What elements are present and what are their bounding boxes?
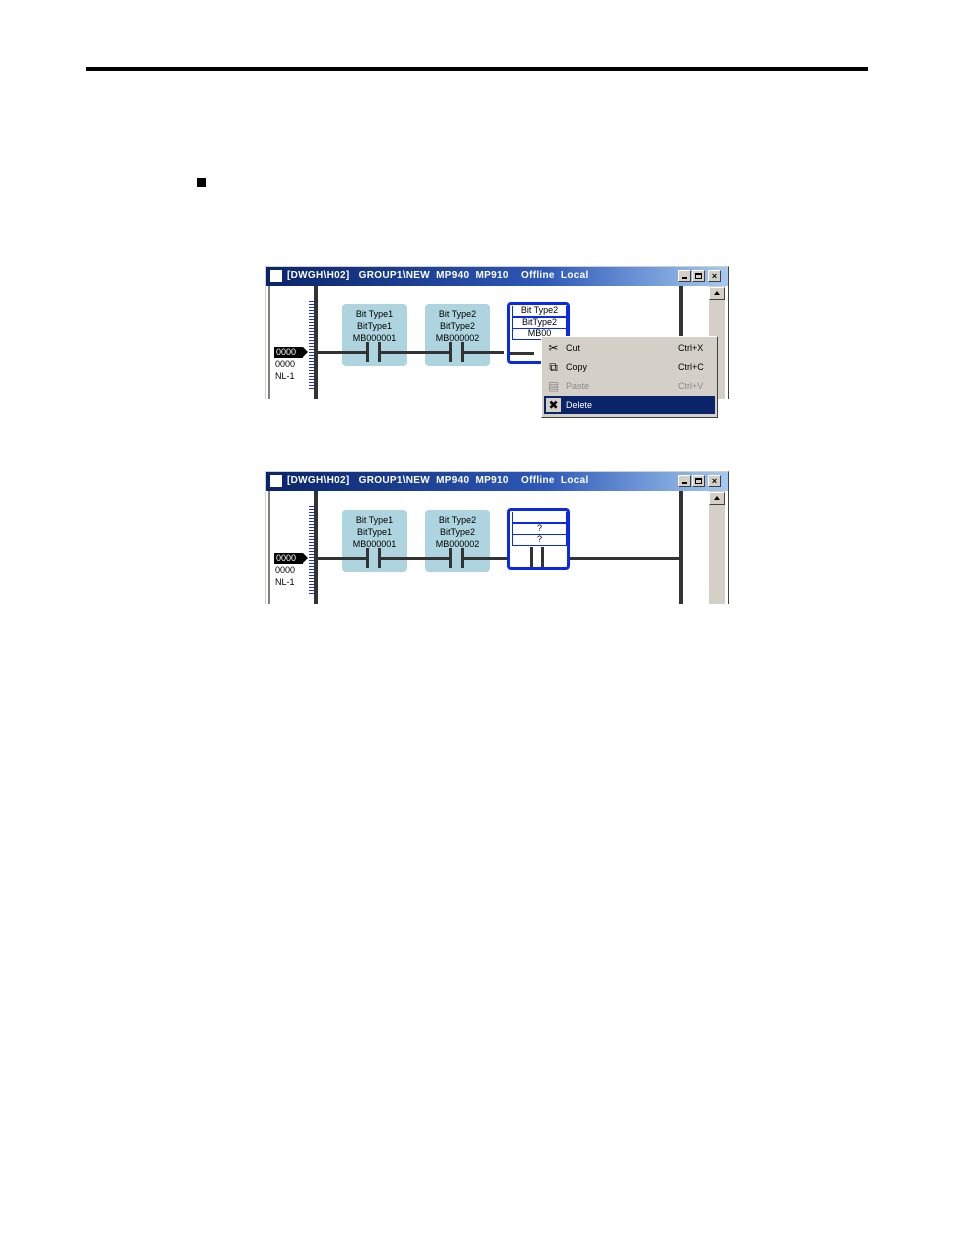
close-button[interactable]: ×: [708, 475, 721, 487]
menu-item-paste[interactable]: ▤ Paste Ctrl+V: [544, 377, 715, 395]
menu-item-shortcut: Ctrl+X: [678, 343, 704, 353]
cell-label-3: MB000002: [435, 539, 480, 549]
maximize-button[interactable]: [692, 475, 705, 487]
cell-label-2: BitType2: [439, 527, 476, 537]
maximize-button[interactable]: [692, 270, 705, 282]
contact-bar-right: [541, 547, 544, 567]
contact-bar-left: [530, 547, 533, 567]
contact-cell-1[interactable]: Bit Type1 BitType1 MB000001: [342, 304, 407, 366]
page-top-rule: [86, 67, 868, 71]
contact-wire-right: [464, 557, 490, 560]
contact-bar-left: [366, 342, 369, 362]
window-left-border: [268, 286, 270, 399]
contact-wire-left: [342, 557, 366, 560]
contact-wire-left: [425, 351, 449, 354]
contact-cell-2[interactable]: Bit Type2 BitType2 MB000002: [425, 304, 490, 366]
window-title: [DWGH\H02] GROUP1\NEW MP940 MP910 Offlin…: [287, 475, 589, 486]
cell-label-3: MB000001: [352, 333, 397, 343]
minimize-icon: [682, 277, 687, 279]
minimize-icon: [682, 482, 687, 484]
cell-label-3: MB000001: [352, 539, 397, 549]
close-icon: ×: [711, 271, 718, 281]
maximize-icon: [695, 478, 702, 484]
cell-label-3: MB000002: [435, 333, 480, 343]
ladder-canvas[interactable]: 0000 0000 NL-1 Bit Type1 BitType1 MB0000…: [266, 491, 728, 604]
maximize-icon: [695, 273, 702, 279]
scissors-icon: ✂: [548, 341, 559, 355]
network-label: NL-1: [275, 371, 295, 381]
left-power-rail: [314, 286, 318, 399]
network-step: 0000: [275, 565, 296, 575]
context-menu: ✂ Cut Ctrl+X ⧉ Copy Ctrl+C ▤ Paste Ctrl+…: [541, 336, 718, 418]
contact-bar-left: [449, 342, 452, 362]
contact-bar-left: [449, 548, 452, 568]
contact-cell-1[interactable]: Bit Type1 BitType1 MB000001: [342, 510, 407, 572]
menu-item-label: Cut: [566, 343, 581, 353]
cell-label-2: BitType1: [356, 321, 393, 331]
window-left-border: [268, 491, 270, 604]
network-step: 0000: [275, 359, 296, 369]
selected-empty-contact-cell[interactable]: ? ?: [507, 508, 570, 570]
close-button[interactable]: ×: [708, 270, 721, 282]
menu-item-copy[interactable]: ⧉ Copy Ctrl+C: [544, 358, 715, 376]
vertical-scrollbar[interactable]: [709, 491, 725, 604]
network-number-tag[interactable]: 0000: [274, 553, 308, 564]
right-power-rail: [679, 491, 683, 604]
section-bullet: [197, 178, 206, 187]
title-bar[interactable]: [DWGH\H02] GROUP1\NEW MP940 MP910 Offlin…: [266, 267, 728, 286]
left-power-rail: [314, 491, 318, 604]
contact-wire-right: [464, 351, 490, 354]
scroll-up-arrow-icon[interactable]: [709, 492, 725, 505]
menu-item-delete[interactable]: ✖ Delete: [544, 396, 715, 414]
contact-wire-left: [342, 351, 366, 354]
menu-item-label: Delete: [566, 400, 593, 410]
cell-label-1: Bit Type2: [438, 515, 477, 525]
cell-label-2: BitType1: [356, 527, 393, 537]
network-number-tag[interactable]: 0000: [274, 347, 308, 358]
menu-item-shortcut: Ctrl+C: [678, 362, 704, 372]
cell-label-2: BitType2: [439, 321, 476, 331]
selected-cell-label-3: ?: [512, 534, 567, 546]
contact-wire-left: [425, 557, 449, 560]
paste-icon: ▤: [547, 379, 560, 393]
scroll-up-arrow-icon[interactable]: [709, 287, 725, 300]
network-label: NL-1: [275, 577, 295, 587]
close-icon: ×: [711, 476, 718, 486]
contact-wire-left: [510, 352, 534, 355]
title-bar[interactable]: [DWGH\H02] GROUP1\NEW MP940 MP910 Offlin…: [266, 472, 728, 491]
ladder-window-after: [DWGH\H02] GROUP1\NEW MP940 MP910 Offlin…: [265, 471, 729, 604]
minimize-button[interactable]: [678, 475, 691, 487]
cell-label-1: Bit Type1: [355, 515, 394, 525]
selected-cell-label-1: Bit Type2: [512, 306, 567, 317]
menu-item-cut[interactable]: ✂ Cut Ctrl+X: [544, 339, 715, 357]
window-system-icon[interactable]: [270, 270, 282, 282]
contact-wire-right: [381, 557, 407, 560]
minimize-button[interactable]: [678, 270, 691, 282]
menu-item-label: Copy: [566, 362, 588, 372]
menu-item-shortcut: Ctrl+V: [678, 381, 704, 391]
menu-item-label: Paste: [566, 381, 590, 391]
contact-wire-right: [381, 351, 407, 354]
contact-cell-2[interactable]: Bit Type2 BitType2 MB000002: [425, 510, 490, 572]
copy-icon: ⧉: [549, 360, 558, 374]
selected-cell-label-1: [512, 512, 567, 523]
window-system-icon[interactable]: [270, 475, 282, 487]
window-title: [DWGH\H02] GROUP1\NEW MP940 MP910 Offlin…: [287, 270, 589, 281]
delete-x-icon: ✖: [546, 398, 561, 412]
cell-label-1: Bit Type2: [438, 309, 477, 319]
cell-label-1: Bit Type1: [355, 309, 394, 319]
contact-bar-left: [366, 548, 369, 568]
